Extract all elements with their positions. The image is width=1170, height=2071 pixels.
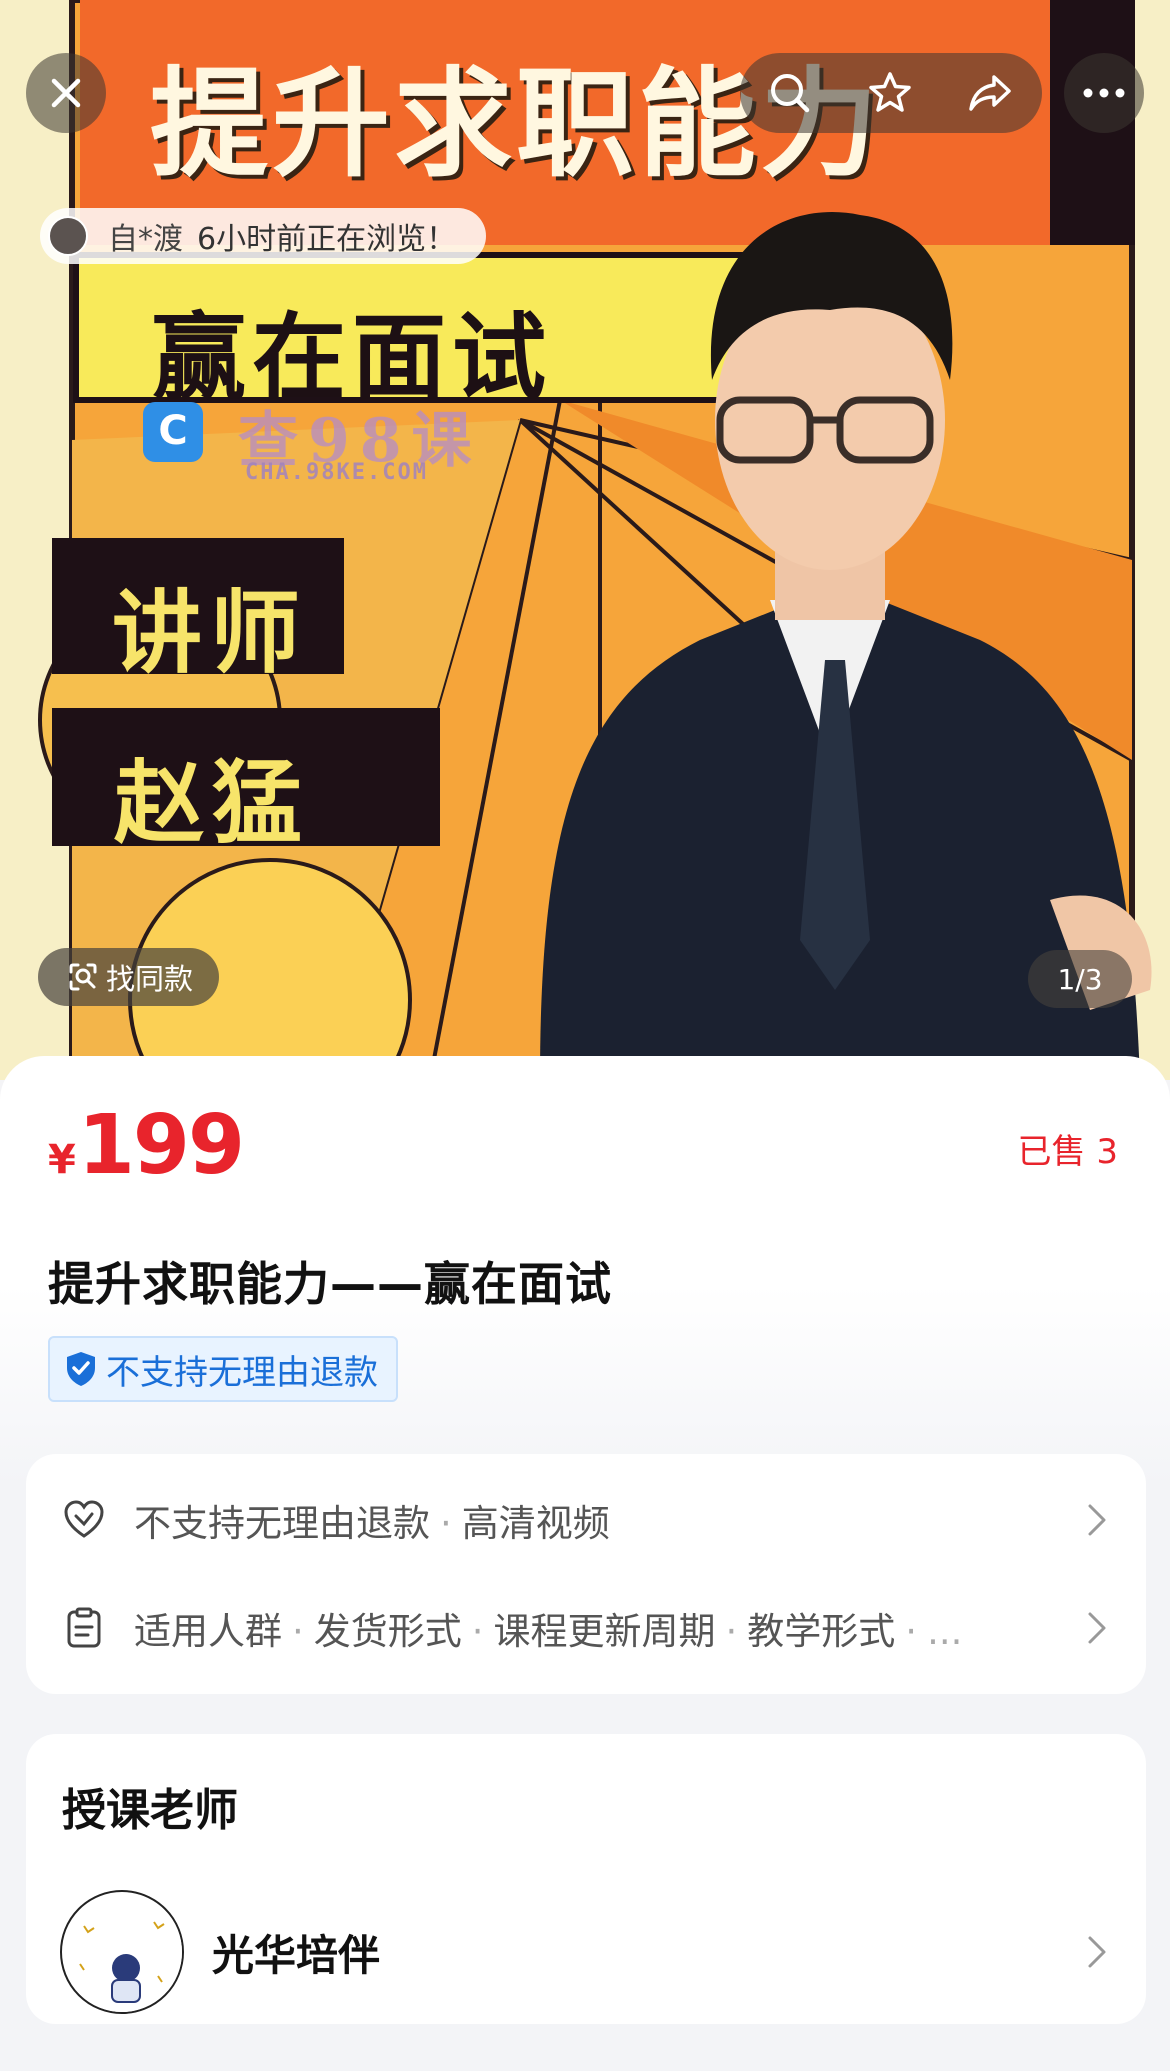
more-icon	[1083, 88, 1125, 98]
clipboard-icon	[62, 1606, 106, 1650]
nav-action-group	[740, 53, 1042, 133]
param-audience: 适用人群	[134, 1610, 282, 1653]
search-icon	[771, 74, 810, 113]
teacher-avatar	[60, 1890, 184, 2014]
favorite-button[interactable]	[840, 53, 940, 133]
heart-shield-icon	[62, 1498, 106, 1542]
find-similar-label: 找同款	[106, 962, 194, 996]
watermark-logo-icon	[143, 402, 203, 462]
ellipsis: ...	[927, 1610, 963, 1653]
separator: ·	[905, 1610, 918, 1653]
viewer-name: 自*渡	[108, 222, 183, 257]
service-guarantee-row[interactable]: 不支持无理由退款 · 高清视频	[62, 1490, 1112, 1550]
image-pager: 1/3	[1028, 950, 1132, 1008]
service-info-card: 不支持无理由退款 · 高清视频 适用人群 · 发货形式 · 课程更新周期 · 教学形式 ·...	[26, 1454, 1146, 1694]
banner-label-lecturer: 讲师	[112, 581, 308, 686]
teacher-row[interactable]: 光华培伴	[60, 1890, 1112, 2014]
teacher-name: 光华培伴	[212, 1930, 381, 1980]
product-image-banner[interactable]: 提升求职能力 赢在面试 讲师 赵猛 查98课 CHA.98KE.COM 自*渡 …	[0, 0, 1170, 1080]
refund-policy-badge: 不支持无理由退款	[48, 1336, 398, 1402]
service-item-refund: 不支持无理由退款	[134, 1502, 430, 1545]
chevron-right-icon	[1082, 1500, 1112, 1540]
shield-check-icon	[67, 1352, 95, 1386]
find-similar-button[interactable]: 找同款	[38, 948, 220, 1006]
separator: ·	[440, 1502, 452, 1545]
param-teaching-form: 教学形式	[747, 1610, 896, 1653]
sold-count: 已售 3	[1017, 1132, 1118, 1172]
separator: ·	[471, 1610, 484, 1653]
share-button[interactable]	[940, 53, 1040, 133]
price: ¥ 199	[48, 1098, 245, 1193]
chevron-right-icon	[1082, 1608, 1112, 1648]
separator: ·	[725, 1610, 738, 1653]
product-title: 提升求职能力——赢在面试	[48, 1257, 612, 1311]
close-icon	[51, 78, 81, 108]
close-button[interactable]	[26, 53, 106, 133]
search-button[interactable]	[740, 53, 840, 133]
share-icon	[969, 75, 1011, 111]
price-value: 199	[77, 1098, 245, 1193]
viewer-activity: 6小时前正在浏览！	[197, 222, 457, 257]
teacher-card: 授课老师 光华培伴	[26, 1734, 1146, 2024]
param-delivery: 发货形式	[313, 1610, 462, 1653]
refund-policy-label: 不支持无理由退款	[106, 1352, 378, 1393]
service-item-hd-video: 高清视频	[461, 1502, 610, 1545]
viewer-avatar	[48, 216, 88, 256]
scan-icon	[69, 963, 97, 991]
teacher-section-title: 授课老师	[62, 1785, 238, 1836]
chevron-right-icon	[1082, 1932, 1112, 1972]
more-button[interactable]	[1064, 53, 1144, 133]
recent-viewer-pill: 自*渡 6小时前正在浏览！	[40, 208, 487, 264]
watermark-url: CHA.98KE.COM	[245, 460, 428, 485]
param-update-cycle: 课程更新周期	[493, 1610, 716, 1653]
price-currency: ¥	[48, 1137, 76, 1183]
course-params-row[interactable]: 适用人群 · 发货形式 · 课程更新周期 · 教学形式 ·...	[62, 1598, 1112, 1658]
banner-label-name: 赵猛	[114, 751, 310, 856]
star-icon	[869, 72, 911, 112]
separator: ·	[292, 1610, 304, 1653]
